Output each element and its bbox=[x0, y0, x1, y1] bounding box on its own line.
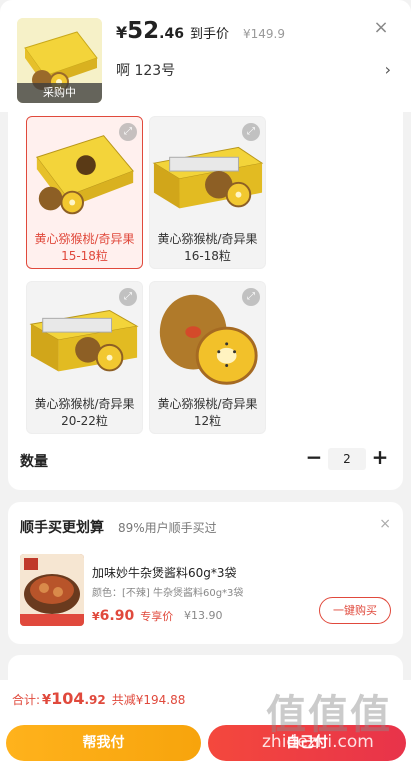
option-label: 黄心猕猴桃/奇异果 20-22粒 bbox=[34, 397, 135, 428]
quantity-increase-button[interactable]: + bbox=[371, 446, 389, 468]
price-currency: ¥ bbox=[116, 23, 128, 42]
beef-stew-image bbox=[20, 554, 84, 626]
expand-icon[interactable]: ⤢ bbox=[119, 123, 137, 141]
pay-myself-button[interactable]: 自己付 bbox=[208, 725, 406, 761]
total-currency: ¥ bbox=[42, 693, 52, 708]
total-label: 合计: bbox=[12, 693, 41, 707]
suggestion-price-value: 6.90 bbox=[99, 608, 135, 624]
total-discount: 共减¥194.88 bbox=[111, 693, 186, 707]
price-suffix: 到手价 bbox=[189, 27, 229, 42]
quantity-label: 数量 bbox=[20, 454, 48, 470]
spec-options-panel: ⤢ 黄心猕猴桃/奇异果 15-18粒 ⤢ 黄心猕猴桃/奇异果 16-18粒 ⤢ … bbox=[8, 112, 403, 490]
price-decimal: .46 bbox=[159, 26, 184, 42]
quantity-input[interactable]: 2 bbox=[328, 448, 366, 470]
suggestion-product-spec: 颜色：[不辣] 牛杂煲酱料60g*3袋 bbox=[92, 588, 244, 599]
quantity-decrease-button[interactable]: − bbox=[305, 446, 323, 468]
suggestion-price-currency: ¥ bbox=[92, 610, 100, 623]
option-15-18[interactable]: ⤢ 黄心猕猴桃/奇异果 15-18粒 bbox=[26, 116, 143, 269]
close-icon[interactable]: × bbox=[373, 19, 389, 37]
selected-spec[interactable]: 啊 123号 bbox=[116, 60, 175, 80]
product-header: 采购中 ¥ 52 .46 到手价 ¥149.9 × 啊 123号 › bbox=[0, 0, 411, 112]
expand-icon[interactable]: ⤢ bbox=[242, 123, 260, 141]
suggestion-product-image[interactable] bbox=[20, 554, 84, 626]
suggestion-price: ¥ 6.90 专享价 bbox=[92, 608, 173, 624]
suggestion-price-label: 专享价 bbox=[140, 610, 174, 623]
expand-icon[interactable]: ⤢ bbox=[242, 288, 260, 306]
one-click-buy-button[interactable]: 一键购买 bbox=[319, 597, 391, 624]
suggestion-title: 顺手买更划算 bbox=[20, 520, 104, 536]
option-12[interactable]: ⤢ 黄心猕猴桃/奇异果 12粒 bbox=[149, 281, 266, 434]
expand-icon[interactable]: ⤢ bbox=[119, 288, 137, 306]
option-label: 黄心猕猴桃/奇异果 16-18粒 bbox=[157, 232, 258, 263]
original-price: ¥149.9 bbox=[242, 27, 285, 41]
bundle-suggestion-card: 顺手买更划算 89%用户顺手买过 × 加味妙牛杂煲酱料60g*3袋 颜色：[不辣… bbox=[8, 502, 403, 644]
total-integer: 104 bbox=[51, 689, 85, 708]
close-icon[interactable]: × bbox=[379, 516, 391, 532]
checkout-bar: 合计: ¥ 104 .92 共减¥194.88 帮我付 自己付 bbox=[0, 680, 411, 765]
total-decimal: .92 bbox=[84, 693, 106, 707]
total-row: 合计: ¥ 104 .92 共减¥194.88 bbox=[12, 689, 185, 708]
suggestion-original-price: ¥13.90 bbox=[184, 609, 223, 622]
option-label: 黄心猕猴桃/奇异果 12粒 bbox=[157, 397, 258, 428]
option-20-22[interactable]: ⤢ 黄心猕猴桃/奇异果 20-22粒 bbox=[26, 281, 143, 434]
product-thumbnail[interactable]: 采购中 bbox=[17, 18, 102, 103]
option-16-18[interactable]: ⤢ 黄心猕猴桃/奇异果 16-18粒 bbox=[149, 116, 266, 269]
help-me-pay-button[interactable]: 帮我付 bbox=[6, 725, 201, 761]
suggestion-product-name[interactable]: 加味妙牛杂煲酱料60g*3袋 bbox=[92, 564, 237, 581]
option-label: 黄心猕猴桃/奇异果 15-18粒 bbox=[34, 232, 135, 263]
price-row: ¥ 52 .46 到手价 ¥149.9 bbox=[116, 18, 285, 44]
suggestion-subtitle: 89%用户顺手买过 bbox=[118, 521, 217, 535]
price-integer: 52 bbox=[127, 18, 160, 44]
chevron-right-icon[interactable]: › bbox=[385, 60, 391, 79]
purchasing-tag: 采购中 bbox=[17, 83, 102, 103]
